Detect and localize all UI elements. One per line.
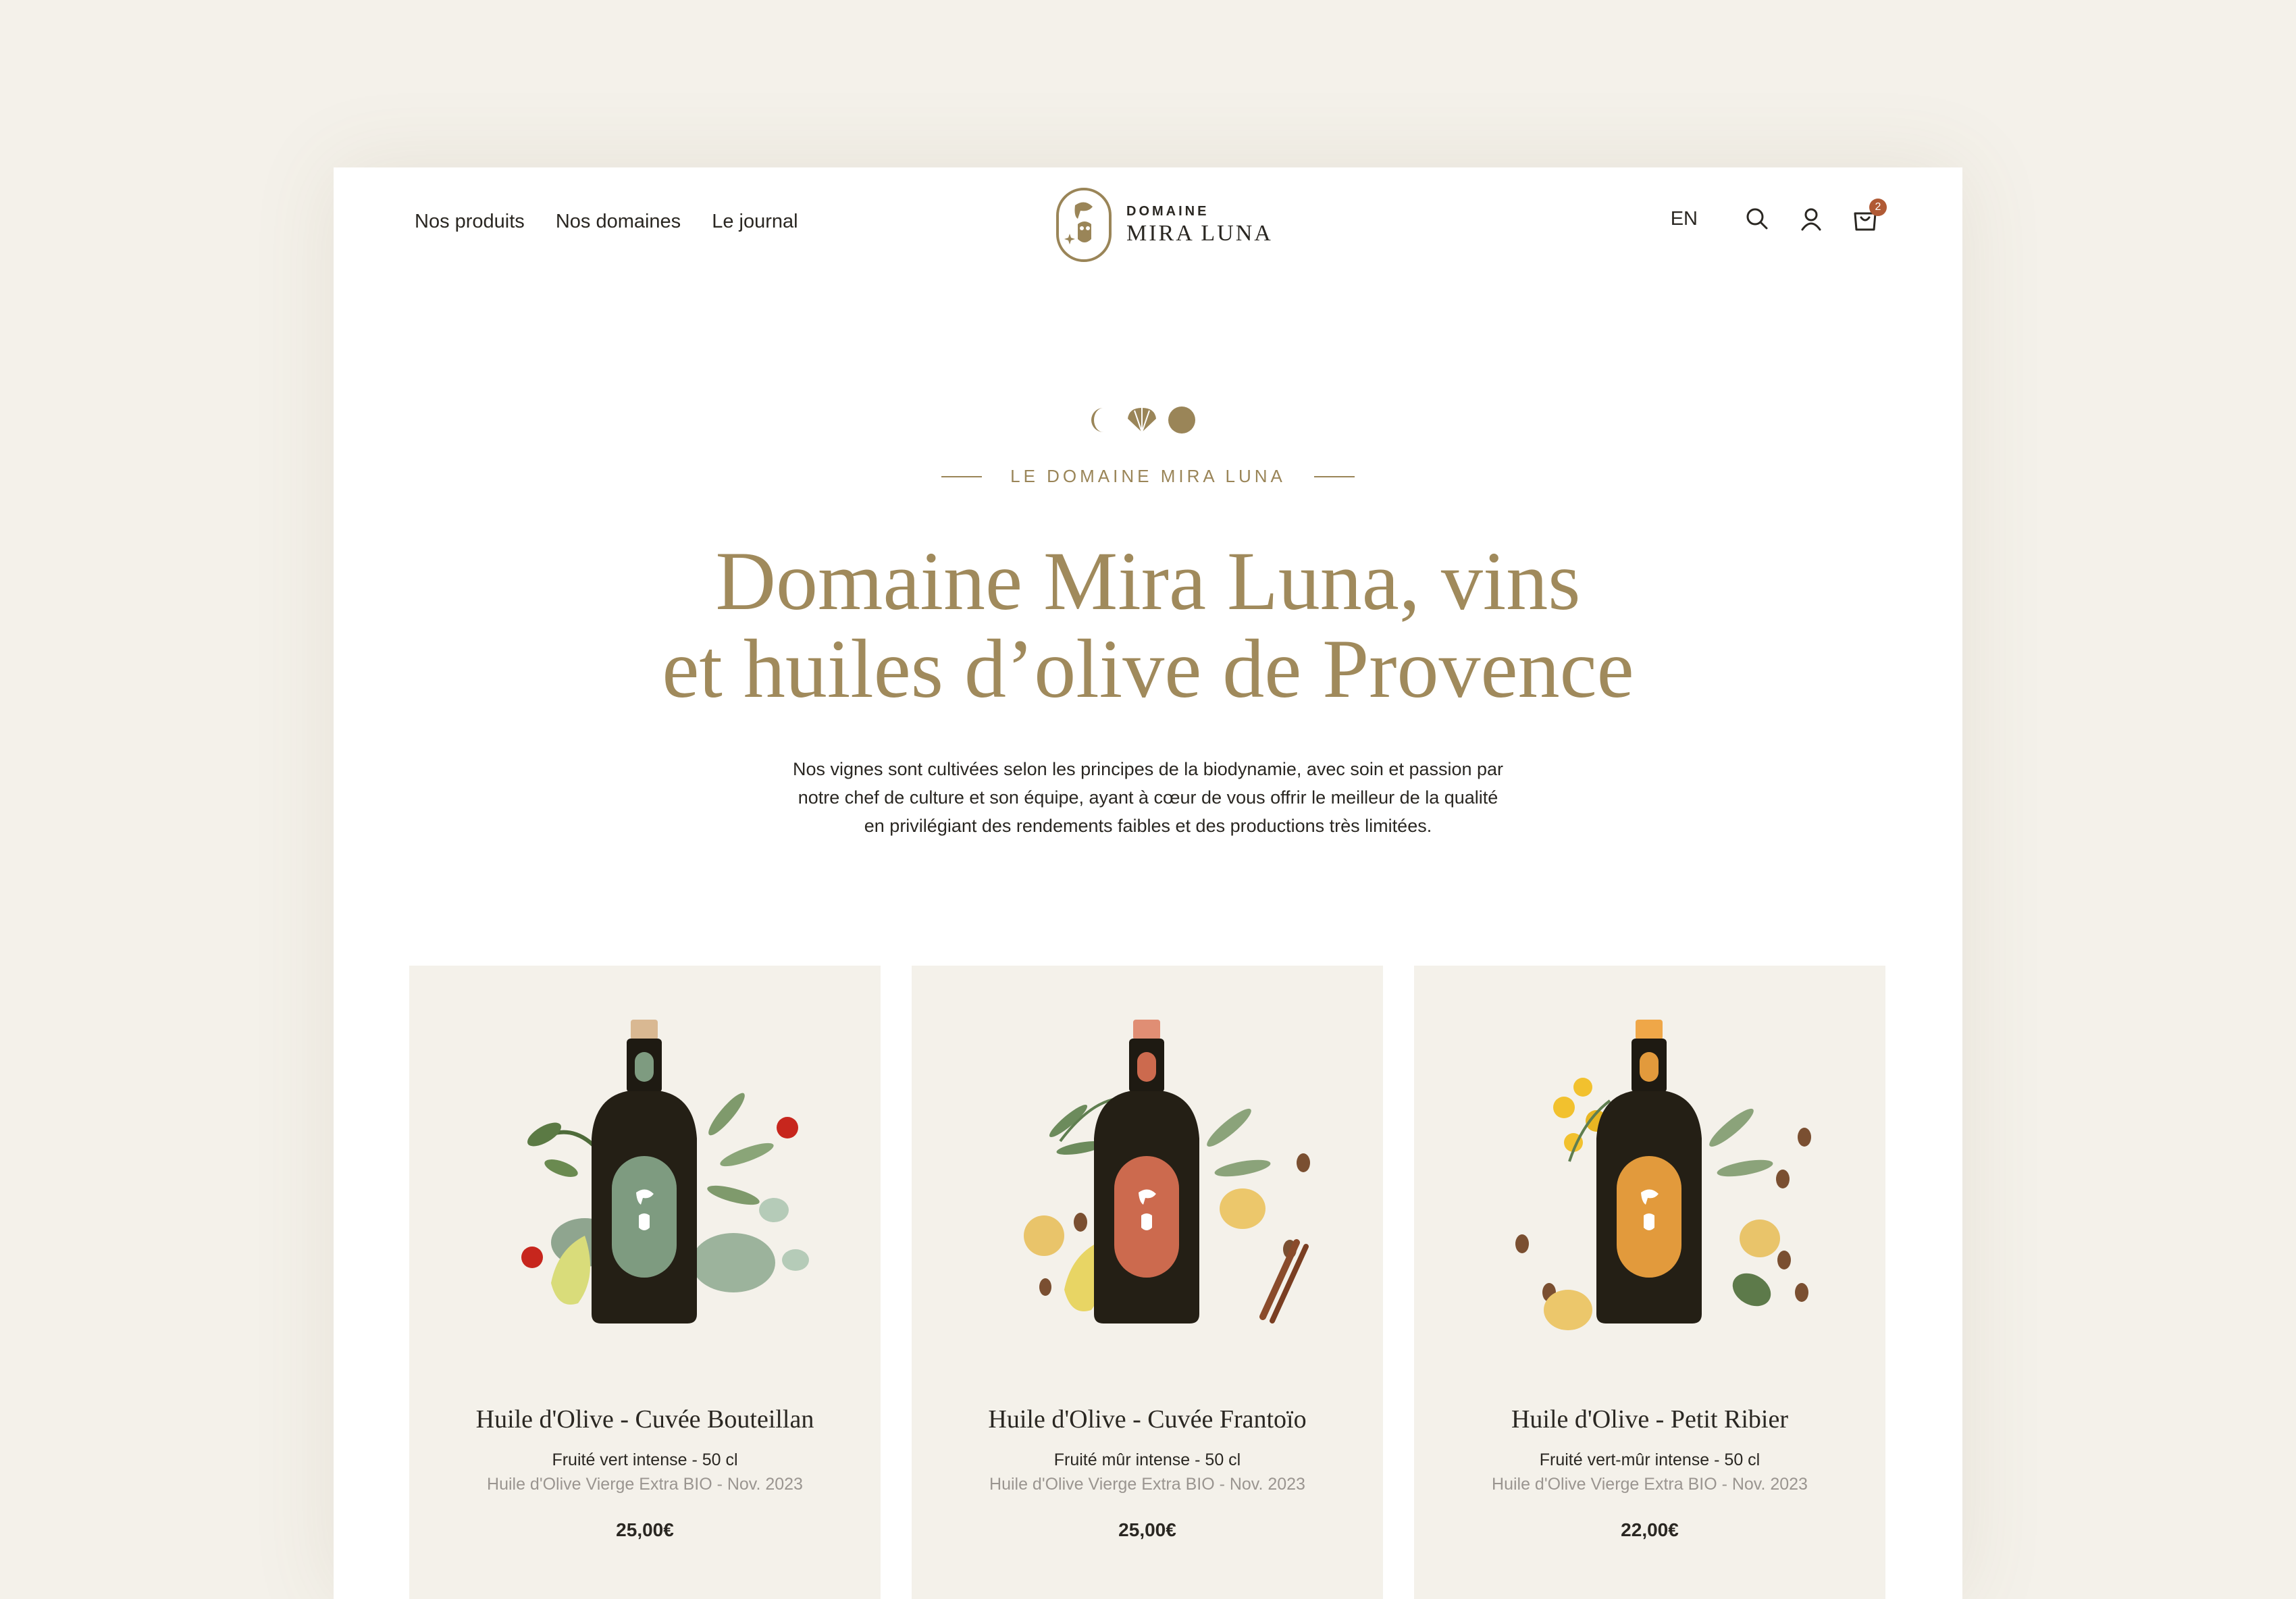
eyebrow-divider-left bbox=[941, 475, 983, 477]
product-card-petit-ribier[interactable]: Huile d'Olive - Petit Ribier Fruité vert… bbox=[1414, 966, 1885, 1599]
product-image-frantoio bbox=[1024, 1020, 1310, 1323]
page: Nos produits Nos domaines Le journal DOM… bbox=[334, 167, 1962, 1599]
eyebrow-divider-right bbox=[1313, 475, 1355, 477]
crescent-moon-icon bbox=[1091, 408, 1103, 432]
page-title-line-1: Domaine Mira Luna, vins bbox=[715, 535, 1581, 627]
product-price: 22,00€ bbox=[1621, 1519, 1679, 1540]
product-card-bouteillan[interactable]: Huile d'Olive - Cuvée Bouteillan Fruité … bbox=[409, 966, 881, 1599]
product-name[interactable]: Huile d'Olive - Cuvée Bouteillan bbox=[409, 1405, 881, 1434]
hero-description-line-3: en privilégiant des rendements faibles e… bbox=[864, 816, 1432, 836]
cart-count-badge: 2 bbox=[1869, 199, 1887, 216]
product-image-petit-ribier bbox=[1515, 1020, 1811, 1330]
account-button[interactable] bbox=[1798, 205, 1825, 232]
full-moon-icon bbox=[1168, 407, 1195, 434]
product-taste: Fruité vert intense - 50 cl bbox=[552, 1450, 738, 1469]
section-eyebrow: LE DOMAINE MIRA LUNA bbox=[334, 466, 1962, 487]
hero-description: Nos vignes sont cultivées selon les prin… bbox=[777, 755, 1519, 840]
product-name[interactable]: Huile d'Olive - Cuvée Frantoïo bbox=[912, 1405, 1383, 1434]
site-logo[interactable]: DOMAINE MIRA LUNA bbox=[1055, 186, 1273, 263]
user-icon bbox=[1801, 208, 1821, 231]
language-switcher[interactable]: EN bbox=[1671, 208, 1698, 230]
product-subtitle: Huile d'Olive Vierge Extra BIO - Nov. 20… bbox=[989, 1475, 1305, 1494]
page-title-line-2: et huiles d’olive de Provence bbox=[662, 623, 1634, 715]
shell-icon bbox=[1128, 408, 1156, 433]
logo-wordmark: DOMAINE MIRA LUNA bbox=[1126, 205, 1273, 245]
logo-bottom-text: MIRA LUNA bbox=[1126, 221, 1273, 246]
nav-item-le-journal[interactable]: Le journal bbox=[712, 211, 798, 233]
product-price: 25,00€ bbox=[1118, 1519, 1176, 1540]
product-grid: Huile d'Olive - Cuvée Bouteillan Fruité … bbox=[409, 966, 1885, 1599]
hero-description-line-2: notre chef de culture et son équipe, aya… bbox=[798, 787, 1498, 808]
nav-item-nos-domaines[interactable]: Nos domaines bbox=[556, 211, 681, 233]
moon-phases-ornament bbox=[1087, 405, 1197, 435]
search-button[interactable] bbox=[1744, 205, 1771, 232]
product-taste: Fruité vert-mûr intense - 50 cl bbox=[1539, 1450, 1760, 1469]
product-image-bouteillan bbox=[521, 1020, 809, 1323]
product-subtitle: Huile d'Olive Vierge Extra BIO - Nov. 20… bbox=[1492, 1475, 1808, 1494]
owl-emblem-icon bbox=[1056, 188, 1112, 262]
main-nav: Nos produits Nos domaines Le journal bbox=[415, 211, 798, 233]
cart-button[interactable]: 2 bbox=[1852, 199, 1887, 232]
eyebrow-text: LE DOMAINE MIRA LUNA bbox=[1010, 466, 1286, 486]
product-subtitle: Huile d'Olive Vierge Extra BIO - Nov. 20… bbox=[487, 1475, 803, 1494]
header-actions: EN 2 bbox=[1671, 199, 1887, 232]
product-price: 25,00€ bbox=[616, 1519, 674, 1540]
product-card-frantoio[interactable]: Huile d'Olive - Cuvée Frantoïo Fruité mû… bbox=[912, 966, 1383, 1599]
product-name[interactable]: Huile d'Olive - Petit Ribier bbox=[1414, 1405, 1885, 1434]
page-title: Domaine Mira Luna, vins et huiles d’oliv… bbox=[334, 538, 1962, 713]
product-taste: Fruité mûr intense - 50 cl bbox=[1053, 1450, 1241, 1469]
nav-item-nos-produits[interactable]: Nos produits bbox=[415, 211, 525, 233]
hero-description-line-1: Nos vignes sont cultivées selon les prin… bbox=[792, 759, 1504, 779]
search-icon bbox=[1746, 208, 1768, 230]
logo-top-text: DOMAINE bbox=[1126, 204, 1209, 219]
